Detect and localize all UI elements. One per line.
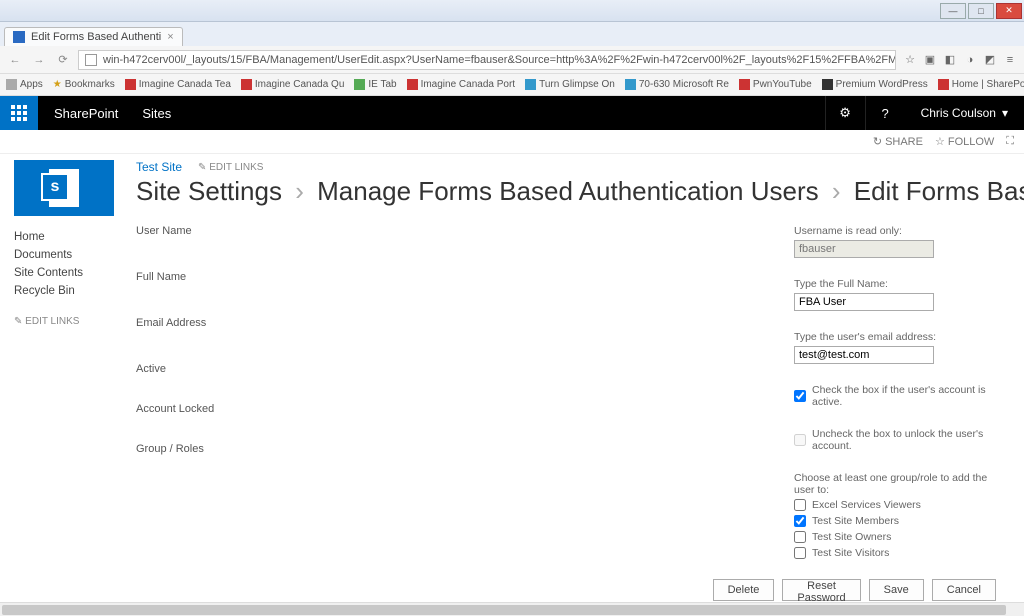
hint-username: Username is read only:: [794, 225, 1010, 237]
bookmark-item[interactable]: Imagine Canada Port: [407, 79, 516, 90]
page-title: Edit Forms Based Authentication User: [854, 176, 1024, 206]
edit-user-form: User Name Full Name Email Address Active…: [136, 225, 1024, 601]
reset-password-button[interactable]: Reset Password: [782, 579, 860, 601]
label-active: Active: [136, 363, 794, 403]
label-email: Email Address: [136, 317, 794, 363]
bookmark-item[interactable]: Home | SharePoint W: [938, 79, 1024, 90]
settings-gear-icon[interactable]: ⚙: [825, 96, 865, 130]
horizontal-scrollbar[interactable]: [0, 602, 1024, 616]
follow-button[interactable]: ☆ FOLLOW: [935, 135, 994, 148]
label-groups: Group / Roles: [136, 443, 794, 533]
browser-tab-strip: Edit Forms Based Authenti ×: [0, 22, 1024, 46]
main-content: Test Site EDIT LINKS Site Settings › Man…: [130, 154, 1024, 602]
group-checkbox-visitors[interactable]: [794, 547, 806, 559]
menu-icon[interactable]: ≡: [1002, 52, 1018, 68]
user-menu[interactable]: Chris Coulson▾: [905, 106, 1024, 120]
ext-icon-4[interactable]: ◩: [982, 52, 998, 68]
bookmark-item[interactable]: Premium WordPress: [822, 79, 928, 90]
browser-tab[interactable]: Edit Forms Based Authenti ×: [4, 27, 183, 46]
group-checkbox-owners[interactable]: [794, 531, 806, 543]
site-link[interactable]: Test Site: [136, 160, 182, 174]
url-field[interactable]: win-h472cerv00l/_layouts/15/FBA/Manageme…: [78, 50, 896, 70]
top-edit-links[interactable]: EDIT LINKS: [198, 162, 263, 173]
ext-icon-2[interactable]: ◧: [942, 52, 958, 68]
app-launcher-button[interactable]: [0, 96, 38, 130]
window-minimize-button[interactable]: —: [940, 3, 966, 19]
bookmark-item[interactable]: PwnYouTube: [739, 79, 812, 90]
nav-reload-button[interactable]: ⟳: [54, 53, 72, 66]
extension-icons: ☆ ▣ ◧ ◑ ◩ ≡: [902, 52, 1018, 68]
hint-active: Check the box if the user's account is a…: [812, 384, 1010, 408]
suite-bar: SharePoint Sites ⚙ ? Chris Coulson▾: [0, 96, 1024, 130]
breadcrumb-separator-icon: ›: [826, 176, 847, 206]
nav-home[interactable]: Home: [14, 228, 130, 246]
nav-edit-links[interactable]: EDIT LINKS: [14, 316, 130, 327]
share-button[interactable]: ↻ SHARE: [873, 135, 923, 148]
email-field[interactable]: [794, 346, 934, 364]
fullname-field[interactable]: [794, 293, 934, 311]
nav-recycle-bin[interactable]: Recycle Bin: [14, 282, 130, 300]
nav-documents[interactable]: Documents: [14, 246, 130, 264]
page-icon: [85, 54, 97, 66]
delete-button[interactable]: Delete: [713, 579, 775, 601]
bookmark-item[interactable]: 70-630 Microsoft Re: [625, 79, 729, 90]
bookmark-item[interactable]: IE Tab: [354, 79, 396, 90]
favicon-icon: [13, 31, 25, 43]
bookmark-item[interactable]: ★Bookmarks: [53, 79, 115, 90]
hint-groups: Choose at least one group/role to add th…: [794, 472, 1010, 496]
crumb-manage-users[interactable]: Manage Forms Based Authentication Users: [317, 176, 818, 206]
tab-title: Edit Forms Based Authenti: [31, 31, 161, 43]
browser-address-bar: ← → ⟳ win-h472cerv00l/_layouts/15/FBA/Ma…: [0, 46, 1024, 74]
label-fullname: Full Name: [136, 271, 794, 317]
cancel-button[interactable]: Cancel: [932, 579, 996, 601]
bookmarks-bar: Apps ★Bookmarks Imagine Canada Tea Imagi…: [0, 74, 1024, 96]
bookmark-item[interactable]: Imagine Canada Tea: [125, 79, 231, 90]
active-checkbox[interactable]: [794, 390, 806, 402]
star-icon[interactable]: ☆: [902, 52, 918, 68]
left-navigation: Home Documents Site Contents Recycle Bin…: [0, 154, 130, 602]
apps-button[interactable]: Apps: [6, 79, 43, 90]
username-field: [794, 240, 934, 258]
focus-button[interactable]: ⛶: [1006, 135, 1014, 148]
nav-site-contents[interactable]: Site Contents: [14, 264, 130, 282]
page-ribbon: ↻ SHARE ☆ FOLLOW ⛶: [0, 130, 1024, 154]
hint-email: Type the user's email address:: [794, 331, 1010, 343]
window-titlebar: — □ ✕: [0, 0, 1024, 22]
breadcrumb: Site Settings › Manage Forms Based Authe…: [136, 176, 1024, 207]
suite-sites-link[interactable]: Sites: [134, 106, 179, 121]
nav-forward-button[interactable]: →: [30, 54, 48, 66]
save-button[interactable]: Save: [869, 579, 924, 601]
bookmark-item[interactable]: Imagine Canada Qu: [241, 79, 345, 90]
hint-locked: Uncheck the box to unlock the user's acc…: [812, 428, 1010, 452]
ext-icon-1[interactable]: ▣: [922, 52, 938, 68]
label-username: User Name: [136, 225, 794, 271]
nav-back-button[interactable]: ←: [6, 54, 24, 66]
hint-fullname: Type the Full Name:: [794, 278, 1010, 290]
label-locked: Account Locked: [136, 403, 794, 443]
url-text: win-h472cerv00l/_layouts/15/FBA/Manageme…: [103, 54, 896, 66]
help-icon[interactable]: ?: [865, 96, 905, 130]
group-checkbox-excel[interactable]: [794, 499, 806, 511]
site-logo[interactable]: [14, 160, 114, 216]
locked-checkbox[interactable]: [794, 434, 806, 446]
window-maximize-button[interactable]: □: [968, 3, 994, 19]
group-checkbox-members[interactable]: [794, 515, 806, 527]
crumb-site-settings[interactable]: Site Settings: [136, 176, 282, 206]
tab-close-icon[interactable]: ×: [167, 31, 173, 43]
page-body: Home Documents Site Contents Recycle Bin…: [0, 154, 1024, 602]
window-close-button[interactable]: ✕: [996, 3, 1022, 19]
ext-icon-3[interactable]: ◑: [962, 52, 978, 68]
breadcrumb-separator-icon: ›: [289, 176, 310, 206]
suite-brand[interactable]: SharePoint: [38, 106, 134, 121]
waffle-icon: [11, 105, 27, 121]
bookmark-item[interactable]: Turn Glimpse On: [525, 79, 615, 90]
chevron-down-icon: ▾: [1002, 106, 1008, 120]
